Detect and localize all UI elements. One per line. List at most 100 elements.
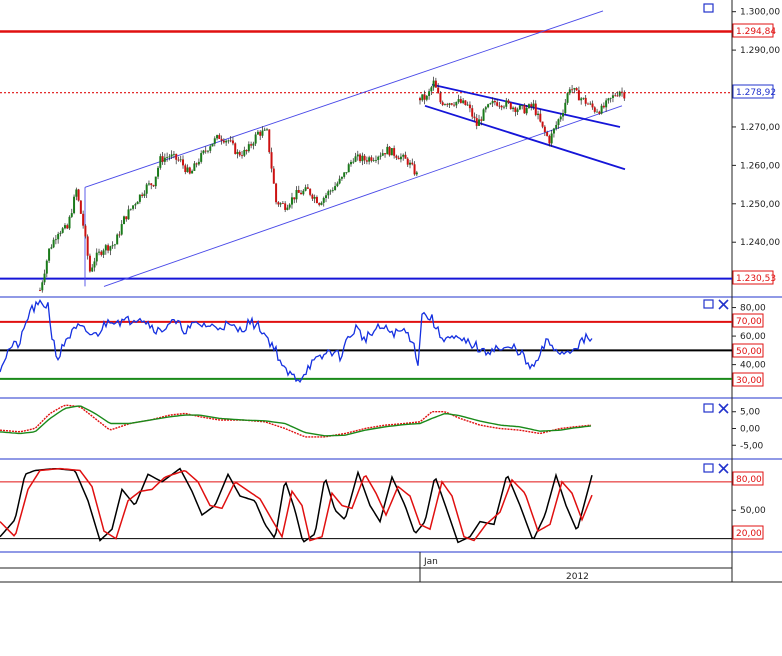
window-maximize-icon[interactable] [703,3,714,13]
candle-body [336,183,339,187]
candle-body [577,90,580,101]
candle-body [607,98,610,101]
candle-body [564,102,567,114]
candle-body [227,140,230,142]
candle-body [505,100,508,107]
candle-body [611,95,614,98]
candle-body [409,162,412,165]
candle-body [402,154,405,157]
candle-body [496,102,499,106]
trend-channel [84,10,626,287]
candle-body [143,193,146,196]
rsi-overbought-box: 70,00 [732,313,764,328]
candle-body [390,148,393,156]
candle-body [100,251,103,255]
candle-body [596,111,599,113]
candle-body [41,282,44,291]
candle-body [59,232,62,234]
candle-body [91,267,94,272]
price-tick-label: 1.300,00 [740,8,780,18]
macd-tick-label: 5,00 [740,408,760,418]
candle-body [478,119,481,126]
candle-body [338,178,341,184]
candle-body [441,102,444,105]
candle-body [118,234,121,236]
candle-body [200,153,203,162]
candle-body [530,104,533,107]
candle-body [141,194,144,196]
window-maximize-icon[interactable] [703,463,714,473]
candle-body [109,246,112,251]
price-axis: 1.300,00 1.290,00 1.270,00 1.260,00 1.250,00… [732,8,780,248]
candle-body [263,129,266,131]
rsi-tick-label: 80,00 [740,304,766,314]
candle-body [586,103,589,105]
candle-body [404,154,407,159]
window-maximize-icon[interactable] [703,299,714,309]
stochastic-panel: 50,00 80,00 20,00 [0,463,766,544]
candle-body [197,161,200,165]
candle-body [293,197,296,200]
price-tick-label: 1.260,00 [740,161,780,171]
candle-body [516,109,519,112]
candle-body [243,149,246,156]
stochastic-lines [0,467,593,544]
macd-panel: 5,00 0,00 -5,00 [0,403,764,451]
close-icon[interactable] [718,299,729,310]
candle-body [600,105,603,114]
candle-body [614,95,617,97]
candle-body [320,202,323,205]
candle-body [122,216,125,225]
candle-body [589,103,592,105]
candle-body [73,196,76,214]
candle-body [525,108,528,114]
candle-body [216,135,219,139]
candle-body [584,97,587,104]
candle-body [136,201,139,205]
candle-body [247,144,250,152]
close-icon[interactable] [718,463,729,474]
current-price-box: 1.278,92 [732,84,776,99]
candle-body [386,146,389,155]
candle-body [437,87,440,94]
candle-body [202,150,205,154]
candle-body [313,196,316,199]
candle-body [88,255,91,272]
candle-body [489,103,492,105]
candle-body [238,151,241,156]
candle-body [518,105,521,110]
candle-body [406,158,409,165]
candle-body [543,126,546,133]
candle-body [329,190,332,192]
candle-body [300,192,303,195]
close-icon[interactable] [718,403,729,414]
rsi-mid-box: 50,00 [732,343,764,358]
candle-body [356,154,359,157]
candle-body [539,113,542,122]
candle-body [98,251,101,253]
candle-body [177,159,180,161]
candle-body [397,157,400,160]
candle-body [138,194,141,202]
candle-body [297,190,300,193]
window-maximize-icon[interactable] [703,403,714,413]
candle-body [256,131,259,135]
candle-body [575,88,578,91]
candle-body [354,156,357,162]
candle-body [550,133,553,144]
candle-body [327,191,330,196]
candle-body [281,203,284,205]
candle-body [593,107,596,112]
candle-body [241,155,244,157]
candle-body [568,89,571,94]
stoch-lower-label: 20,00 [736,529,762,539]
candle-body [163,157,166,162]
candle-body [175,153,178,160]
price-tick-label: 1.240,00 [740,238,780,248]
candle-body [559,116,562,120]
candle-body [372,159,375,161]
resistance-price-box: 1.294,84 [732,23,776,38]
candle-body [580,98,583,101]
candle-body [70,213,73,217]
candle-body [523,105,526,114]
